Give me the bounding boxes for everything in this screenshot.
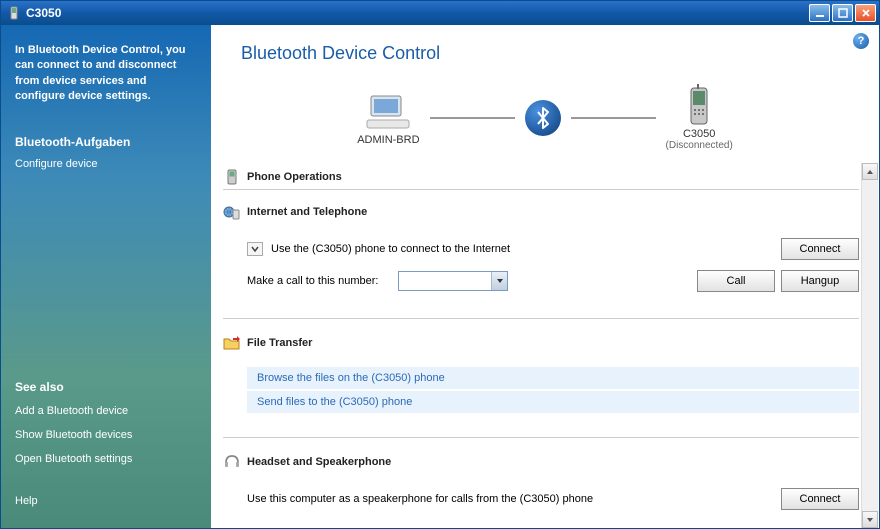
close-button[interactable] — [855, 4, 876, 22]
sidebar-open-settings[interactable]: Open Bluetooth settings — [15, 450, 197, 468]
globe-phone-icon — [223, 204, 241, 220]
scrollbar[interactable] — [861, 163, 878, 528]
connection-diagram: ADMIN-BRD C3050 (Disconnected) — [211, 74, 879, 163]
expand-toggle[interactable] — [247, 242, 263, 256]
send-files-link[interactable]: Send files to the (C3050) phone — [247, 391, 859, 413]
phone-operations-label: Phone Operations — [247, 171, 342, 183]
make-call-label: Make a call to this number: — [247, 275, 378, 287]
sidebar: In Bluetooth Device Control, you can con… — [1, 25, 211, 528]
internet-telephone-label: Internet and Telephone — [247, 206, 367, 218]
phone-icon — [7, 6, 21, 20]
scroll-track[interactable] — [862, 180, 878, 511]
minimize-button[interactable] — [809, 4, 830, 22]
internet-telephone-header: Internet and Telephone — [223, 198, 859, 224]
window-body: In Bluetooth Device Control, you can con… — [1, 25, 879, 528]
maximize-button[interactable] — [832, 4, 853, 22]
window-buttons — [809, 4, 876, 22]
phone-number-combo[interactable] — [398, 271, 508, 291]
use-phone-internet-text: Use the (C3050) phone to connect to the … — [271, 243, 510, 255]
headset-header: Headset and Speakerphone — [223, 448, 859, 474]
phone-operations-header: Phone Operations — [223, 163, 859, 190]
chevron-down-icon[interactable] — [491, 272, 507, 290]
content-area: Phone Operations Internet and Telephone … — [211, 163, 879, 528]
connect-headset-button[interactable]: Connect — [781, 488, 859, 510]
scroll-down-button[interactable] — [862, 511, 878, 528]
titlebar: C3050 — [1, 1, 879, 25]
see-also-header: See also — [15, 380, 197, 394]
connect-internet-button[interactable]: Connect — [781, 238, 859, 260]
diagram-line-right — [571, 117, 656, 119]
main-panel: ? Bluetooth Device Control ADMIN-BRD — [211, 25, 879, 528]
phone-icon — [223, 169, 241, 185]
folder-transfer-icon — [223, 335, 241, 351]
sidebar-intro: In Bluetooth Device Control, you can con… — [15, 43, 197, 105]
mobile-phone-icon — [673, 84, 725, 128]
sidebar-tasks-header: Bluetooth-Aufgaben — [15, 135, 197, 149]
sidebar-configure-device[interactable]: Configure device — [15, 155, 197, 173]
browse-files-link[interactable]: Browse the files on the (C3050) phone — [247, 367, 859, 389]
app-window: C3050 In Bluetooth Device Control, you c… — [0, 0, 880, 529]
scroll-up-button[interactable] — [862, 163, 878, 180]
headset-label: Headset and Speakerphone — [247, 456, 391, 468]
diagram-device-node: C3050 (Disconnected) — [666, 84, 733, 151]
headset-icon — [223, 454, 241, 470]
call-button[interactable]: Call — [697, 270, 775, 292]
file-transfer-header: File Transfer — [223, 329, 859, 355]
diagram-line-left — [430, 117, 515, 119]
diagram-pc-node: ADMIN-BRD — [357, 90, 419, 146]
window-title: C3050 — [26, 6, 809, 20]
hangup-button[interactable]: Hangup — [781, 270, 859, 292]
page-title: Bluetooth Device Control — [211, 25, 879, 74]
diagram-pc-label: ADMIN-BRD — [357, 134, 419, 146]
sidebar-show-devices[interactable]: Show Bluetooth devices — [15, 426, 197, 444]
computer-icon — [362, 90, 414, 134]
headset-desc: Use this computer as a speakerphone for … — [247, 493, 593, 505]
bluetooth-icon — [525, 100, 561, 136]
sidebar-help[interactable]: Help — [15, 492, 197, 510]
diagram-device-status: (Disconnected) — [666, 140, 733, 151]
sidebar-add-device[interactable]: Add a Bluetooth device — [15, 402, 197, 420]
help-icon[interactable]: ? — [853, 33, 869, 49]
diagram-device-label: C3050 — [683, 128, 715, 140]
sidebar-see-also: See also Add a Bluetooth device Show Blu… — [15, 380, 197, 474]
file-transfer-label: File Transfer — [247, 337, 312, 349]
